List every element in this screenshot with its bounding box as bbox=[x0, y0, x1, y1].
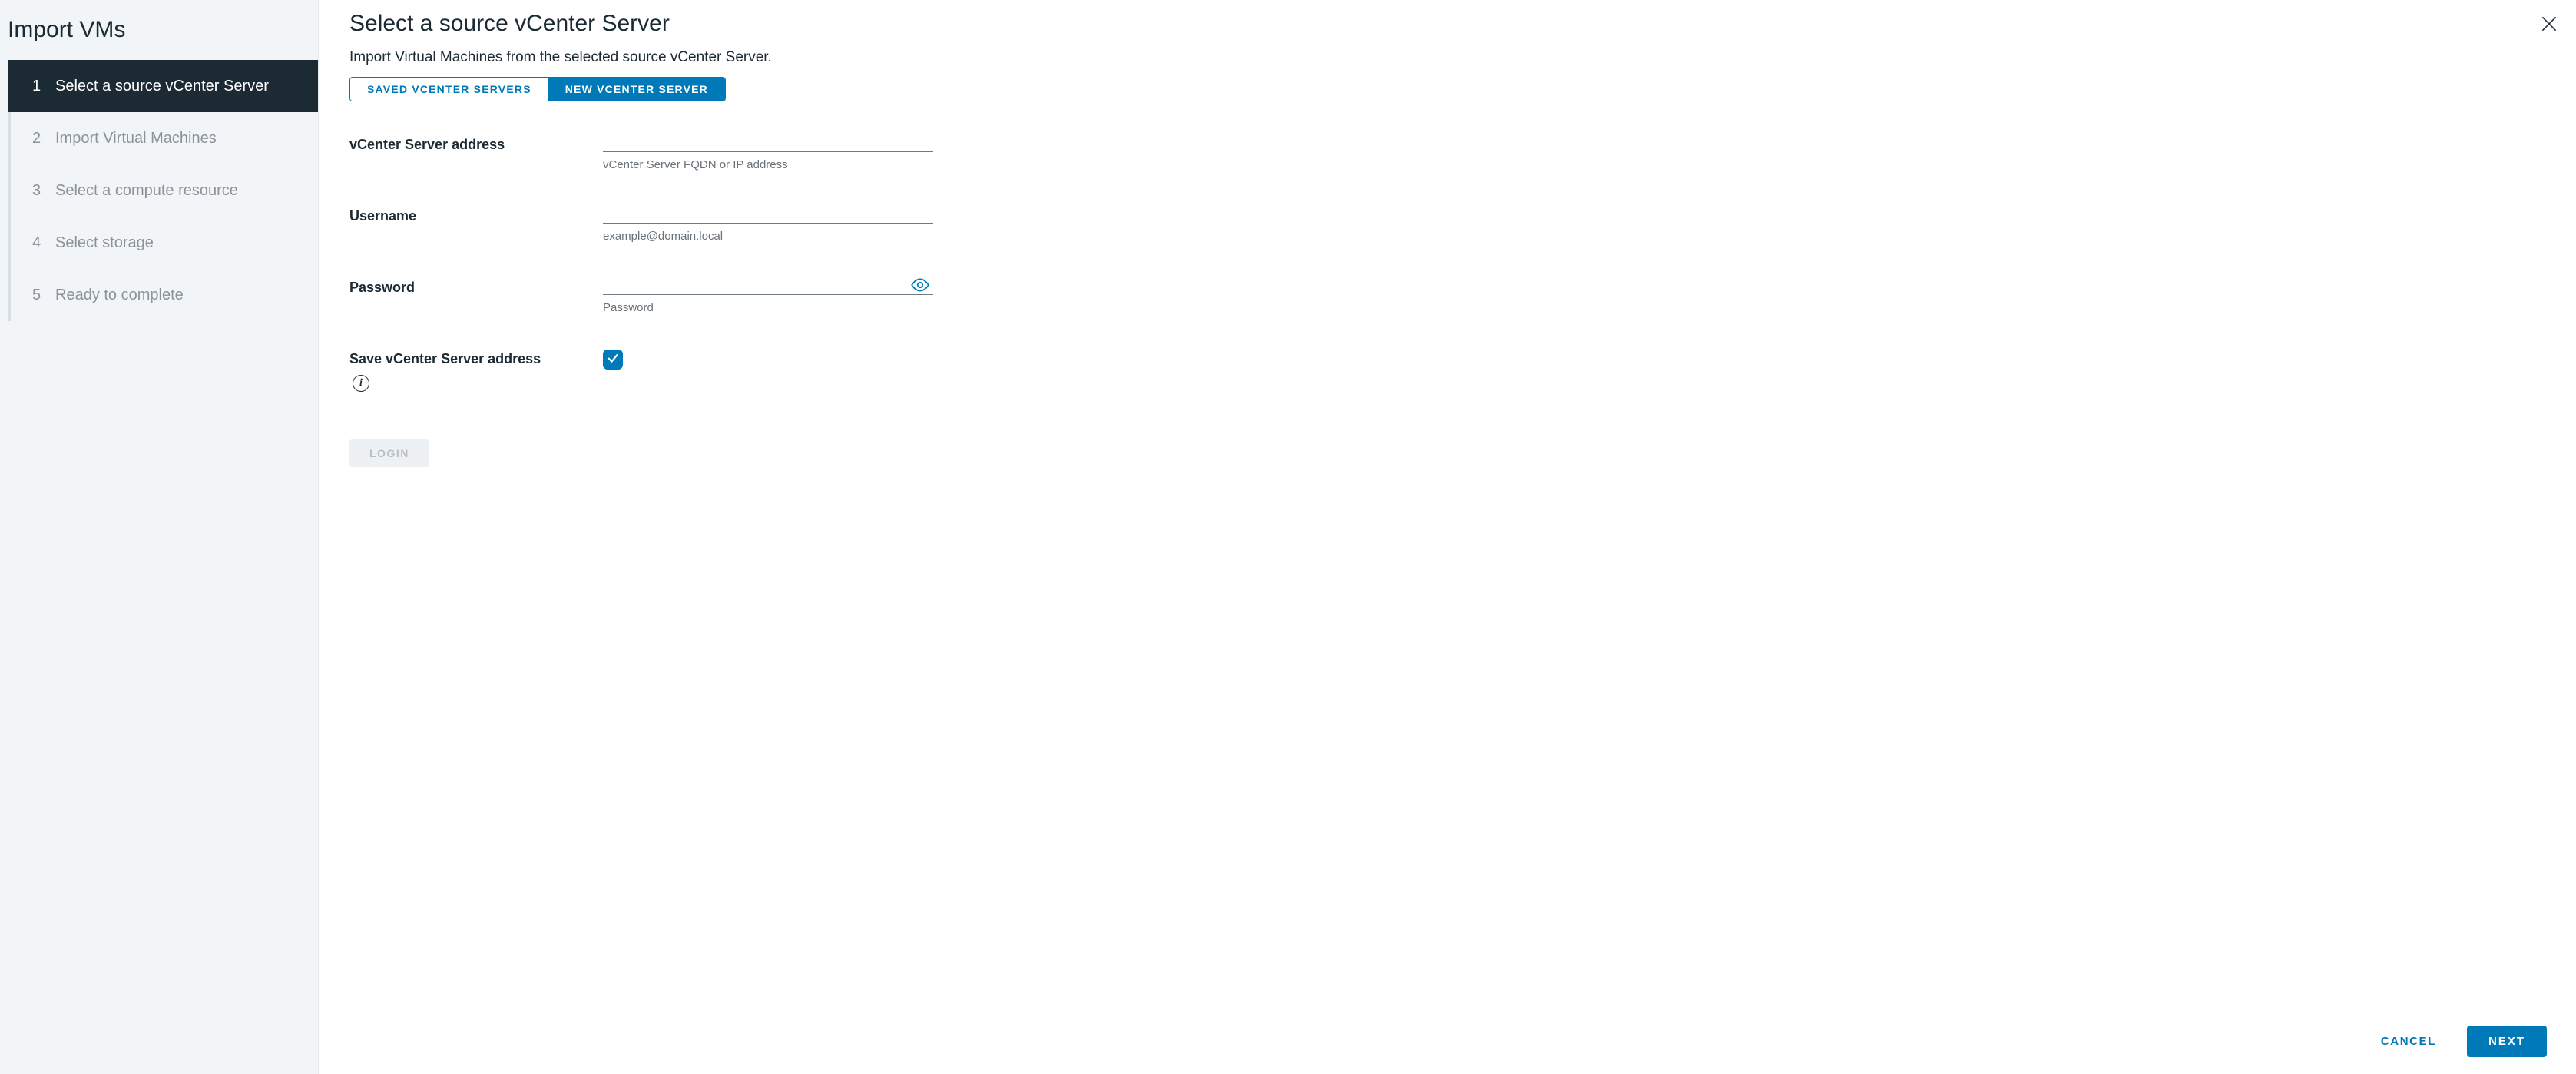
save-address-label: Save vCenter Server address bbox=[349, 351, 603, 367]
step-select-storage[interactable]: 4 Select storage bbox=[11, 217, 318, 269]
username-input[interactable] bbox=[603, 207, 933, 224]
step-select-source[interactable]: 1 Select a source vCenter Server bbox=[8, 60, 318, 112]
cancel-button[interactable]: CANCEL bbox=[2369, 1026, 2449, 1057]
step-number: 3 bbox=[32, 182, 45, 200]
login-form: vCenter Server address vCenter Server FQ… bbox=[349, 135, 933, 467]
step-ready-complete[interactable]: 5 Ready to complete bbox=[11, 269, 318, 321]
wizard-footer: CANCEL NEXT bbox=[2369, 1026, 2547, 1057]
address-label: vCenter Server address bbox=[349, 135, 603, 153]
password-helper: Password bbox=[603, 301, 933, 314]
step-number: 2 bbox=[32, 130, 45, 148]
step-label: Select a source vCenter Server bbox=[55, 78, 269, 95]
password-label: Password bbox=[349, 278, 603, 296]
wizard-main: Select a source vCenter Server Import Vi… bbox=[319, 0, 2576, 1074]
wizard-title: Import VMs bbox=[0, 3, 318, 60]
login-button[interactable]: LOGIN bbox=[349, 439, 429, 467]
row-address: vCenter Server address vCenter Server FQ… bbox=[349, 135, 933, 171]
address-helper: vCenter Server FQDN or IP address bbox=[603, 158, 933, 171]
step-label: Select storage bbox=[55, 234, 154, 252]
row-save-address: Save vCenter Server address i bbox=[349, 350, 933, 392]
page-heading: Select a source vCenter Server bbox=[349, 11, 2545, 37]
row-password: Password Password bbox=[349, 278, 933, 314]
password-input[interactable] bbox=[603, 278, 933, 295]
step-number: 5 bbox=[32, 287, 45, 304]
step-label: Import Virtual Machines bbox=[55, 130, 217, 148]
next-button[interactable]: NEXT bbox=[2467, 1026, 2547, 1057]
tab-new-server[interactable]: NEW VCENTER SERVER bbox=[548, 78, 725, 101]
row-username: Username example@domain.local bbox=[349, 207, 933, 243]
step-select-compute[interactable]: 3 Select a compute resource bbox=[11, 164, 318, 217]
step-number: 1 bbox=[32, 78, 45, 95]
close-button[interactable] bbox=[2539, 14, 2559, 38]
server-mode-tabs: SAVED VCENTER SERVERS NEW VCENTER SERVER bbox=[349, 77, 726, 101]
save-address-checkbox[interactable] bbox=[603, 350, 623, 370]
page-subheading: Import Virtual Machines from the selecte… bbox=[349, 49, 2545, 66]
check-icon bbox=[606, 351, 620, 369]
wizard-steps: 1 Select a source vCenter Server 2 Impor… bbox=[8, 60, 318, 321]
username-label: Username bbox=[349, 207, 603, 224]
username-helper: example@domain.local bbox=[603, 230, 933, 243]
step-label: Select a compute resource bbox=[55, 182, 238, 200]
tab-saved-servers[interactable]: SAVED VCENTER SERVERS bbox=[350, 78, 548, 101]
wizard-sidebar: Import VMs 1 Select a source vCenter Ser… bbox=[0, 0, 319, 1074]
show-password-button[interactable] bbox=[910, 275, 930, 295]
eye-icon bbox=[910, 285, 930, 298]
step-label: Ready to complete bbox=[55, 287, 184, 304]
step-import-vms[interactable]: 2 Import Virtual Machines bbox=[11, 112, 318, 164]
step-number: 4 bbox=[32, 234, 45, 252]
close-icon bbox=[2539, 24, 2559, 37]
address-input[interactable] bbox=[603, 135, 933, 152]
info-icon[interactable]: i bbox=[353, 375, 369, 392]
